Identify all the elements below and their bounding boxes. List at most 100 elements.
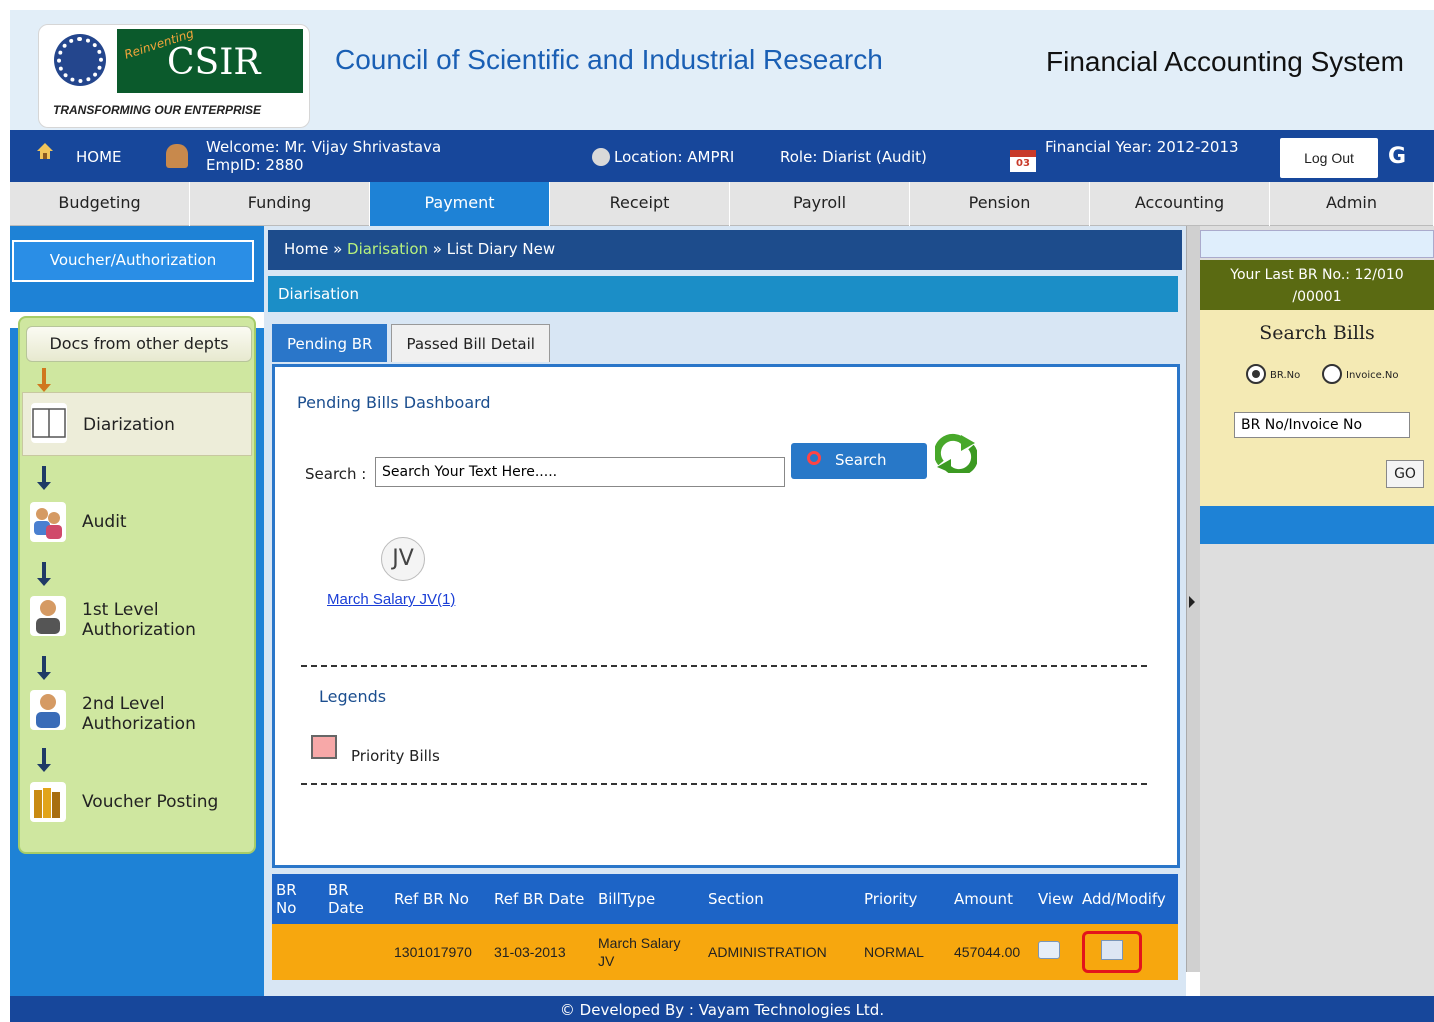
- logout-icon[interactable]: G: [1388, 144, 1406, 169]
- invoice-no-radio[interactable]: [1322, 364, 1342, 384]
- right-blue-strip: [1200, 506, 1434, 544]
- user-icon: [30, 596, 66, 636]
- employee-id: EmpID: 2880: [206, 156, 304, 174]
- book-icon: [31, 403, 67, 443]
- workflow-label: 1st Level Authorization: [82, 600, 196, 640]
- users-icon: [30, 502, 66, 542]
- jv-badge[interactable]: JV: [381, 537, 425, 581]
- go-button[interactable]: GO: [1386, 460, 1424, 488]
- priority-legend-label: Priority Bills: [351, 747, 440, 765]
- workflow-label: Diarization: [83, 415, 175, 435]
- menu-payment[interactable]: Payment: [370, 182, 550, 226]
- breadcrumb-current: » List Diary New: [428, 240, 556, 258]
- workflow-item-2nd-level-authorization[interactable]: 2nd Level Authorization: [22, 680, 252, 744]
- menu-accounting[interactable]: Accounting: [1090, 182, 1270, 226]
- main-content: Home » Diarisation » List Diary New Diar…: [264, 226, 1186, 996]
- search-button-label: Search: [835, 451, 887, 469]
- arrow-down-icon: [37, 748, 51, 772]
- pending-br-panel: Pending Bills Dashboard Search : Search …: [272, 364, 1180, 868]
- csir-logo[interactable]: Reinventing CSIR TRANSFORMING OUR ENTERP…: [38, 24, 310, 128]
- priority-cell: NORMAL: [860, 924, 950, 980]
- docs-from-other-depts-button[interactable]: Docs from other depts: [26, 326, 252, 362]
- column-header: Priority: [860, 874, 950, 924]
- priority-legend-swatch: [311, 735, 337, 759]
- column-header: Ref BR Date: [490, 874, 594, 924]
- table-row[interactable]: 1301017970 31-03-2013 March Salary JV AD…: [272, 924, 1178, 980]
- bill-table: BR No BR Date Ref BR No Ref BR Date Bill…: [272, 874, 1178, 980]
- column-header: View: [1034, 874, 1078, 924]
- ref-br-date-cell: 31-03-2013: [490, 924, 594, 980]
- section-cell: ADMINISTRATION: [704, 924, 860, 980]
- panel-splitter[interactable]: [1186, 226, 1200, 972]
- column-header: Add/Modify: [1078, 874, 1178, 924]
- column-header: Amount: [950, 874, 1034, 924]
- column-header: Section: [704, 874, 860, 924]
- home-icon[interactable]: [36, 142, 54, 160]
- welcome-text: Welcome: Mr. Vijay Shrivastava EmpID: 28…: [206, 138, 441, 174]
- view-document-icon[interactable]: [1038, 941, 1060, 959]
- br-invoice-input[interactable]: [1234, 412, 1410, 438]
- workflow-label: Audit: [82, 512, 127, 532]
- march-salary-jv-link[interactable]: March Salary JV(1): [327, 591, 455, 608]
- system-title: Financial Accounting System: [1046, 46, 1404, 77]
- workflow-panel: Docs from other depts Diarization Audit …: [18, 316, 256, 854]
- bill-type-cell: March Salary JV: [594, 924, 704, 980]
- home-link[interactable]: HOME: [76, 148, 122, 166]
- menu-admin[interactable]: Admin: [1270, 182, 1434, 226]
- menu-pension[interactable]: Pension: [910, 182, 1090, 226]
- menu-budgeting[interactable]: Budgeting: [10, 182, 190, 226]
- menu-receipt[interactable]: Receipt: [550, 182, 730, 226]
- edit-document-icon[interactable]: [1101, 940, 1123, 960]
- legends-title: Legends: [319, 687, 387, 706]
- user-avatar-icon: [166, 144, 188, 168]
- user-icon: [30, 690, 66, 730]
- welcome-name: Welcome: Mr. Vijay Shrivastava: [206, 138, 442, 156]
- search-input[interactable]: [375, 457, 785, 487]
- column-header: BR No: [272, 874, 324, 924]
- arrow-down-icon: [37, 466, 51, 490]
- column-header: BillType: [594, 874, 704, 924]
- breadcrumb-home[interactable]: Home: [284, 240, 328, 258]
- column-header: BR Date: [324, 874, 390, 924]
- breadcrumb-separator: »: [328, 240, 348, 258]
- divider: [301, 665, 1147, 667]
- arrow-down-icon: [37, 656, 51, 680]
- collapse-arrow-icon[interactable]: [1189, 596, 1195, 608]
- add-modify-cell: [1078, 924, 1178, 980]
- br-no-radio[interactable]: [1246, 364, 1266, 384]
- menu-payroll[interactable]: Payroll: [730, 182, 910, 226]
- workflow-item-1st-level-authorization[interactable]: 1st Level Authorization: [22, 586, 252, 650]
- user-info-bar: HOME Welcome: Mr. Vijay Shrivastava EmpI…: [10, 130, 1434, 182]
- app-header: Reinventing CSIR TRANSFORMING OUR ENTERP…: [10, 10, 1434, 130]
- voucher-authorization-button[interactable]: Voucher/Authorization: [12, 240, 254, 282]
- divider: [301, 783, 1147, 785]
- refresh-icon[interactable]: [935, 433, 977, 473]
- arrow-down-icon: [37, 368, 51, 392]
- main-menu: Budgeting Funding Payment Receipt Payrol…: [10, 182, 1434, 226]
- breadcrumb-diarisation[interactable]: Diarisation: [347, 240, 428, 258]
- search-button[interactable]: Search: [791, 443, 927, 479]
- search-label: Search :: [305, 465, 367, 483]
- calendar-icon: 03: [1010, 150, 1036, 172]
- invoice-no-radio-label: Invoice.No: [1346, 370, 1399, 381]
- column-header: Ref BR No: [390, 874, 490, 924]
- workflow-item-diarization[interactable]: Diarization: [22, 392, 252, 456]
- workflow-item-audit[interactable]: Audit: [22, 492, 252, 556]
- search-bills-panel: Search Bills BR.No Invoice.No GO: [1200, 310, 1434, 506]
- left-sidebar: Voucher/Authorization Docs from other de…: [10, 226, 264, 996]
- menu-funding[interactable]: Funding: [190, 182, 370, 226]
- books-icon: [30, 782, 66, 822]
- tab-passed-bill-detail[interactable]: Passed Bill Detail: [391, 324, 550, 362]
- workflow-label: 2nd Level Authorization: [82, 694, 196, 734]
- search-bills-title: Search Bills: [1259, 322, 1375, 344]
- logout-button[interactable]: Log Out: [1280, 138, 1378, 178]
- footer: © Developed By : Vayam Technologies Ltd.: [10, 996, 1434, 1022]
- logo-tagline: TRANSFORMING OUR ENTERPRISE: [53, 103, 262, 117]
- arrow-down-icon: [37, 562, 51, 586]
- br-no-radio-label: BR.No: [1270, 370, 1301, 381]
- tab-pending-br[interactable]: Pending BR: [272, 324, 388, 362]
- workflow-label: Voucher Posting: [82, 792, 219, 812]
- workflow-item-voucher-posting[interactable]: Voucher Posting: [22, 772, 252, 836]
- globe-icon: [592, 148, 610, 166]
- financial-year-text: Financial Year: 2012-2013: [1045, 138, 1239, 156]
